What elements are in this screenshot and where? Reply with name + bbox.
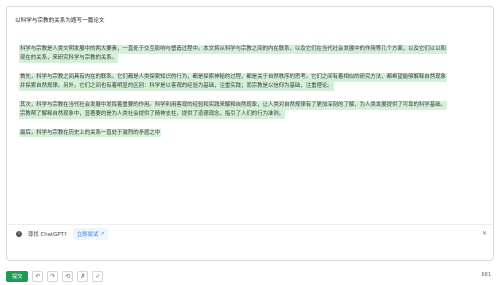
essay-paragraph: 科学与宗教是人类文明发展中的两大要素，一直处于交互影响与塑造过程中。本文将从科学…	[19, 35, 489, 63]
thumbs-down-icon[interactable]: ✗	[77, 270, 89, 282]
undo-icon[interactable]: ↶	[32, 270, 44, 282]
highlighted-line: 现在的关系，来研究科学与宗教的关系。	[19, 54, 119, 63]
close-icon[interactable]: ✕	[482, 230, 487, 237]
character-count: 681	[481, 272, 491, 278]
essay-paragraph: 最后，科学与宗教在历史上的关系一直处于激烈的矛盾之中	[19, 119, 489, 138]
essay-paragraph: 其次，科学与宗教在当代社会发展中发挥着重要的作用。科学利用客观的经验和实践来解释…	[19, 91, 489, 119]
submit-button[interactable]: 提交	[6, 270, 29, 282]
highlighted-line: 宗教帮了解释自然现象中，显著要的是为人类社会提供了精神支柱，提供了道德观念，指引…	[19, 109, 286, 119]
highlighted-line: 最后，科学与宗教在历史上的关系一直处于激烈的矛盾之中	[19, 128, 162, 138]
essay-paragraph: 首先，科学与宗教之间具有内在的联系。它们都是人类探索知识的行为，都是探索神秘的过…	[19, 63, 489, 91]
chatgpt-banner: i 尊找 ChatGPT? 立即尝试 ↗ ✕	[7, 224, 493, 242]
essay-editor[interactable]: 以科学与宗教的关系为题写一篇论文 科学与宗教是人类文明发展中的两大要素，一直处于…	[6, 6, 494, 261]
banner-label: 尊找 ChatGPT?	[28, 231, 67, 238]
try-now-button[interactable]: 立即尝试 ↗	[72, 227, 109, 240]
tool-button-group: ↶ ↷ ⟲ ✗ ✓	[32, 270, 104, 282]
thumbs-up-icon[interactable]: ✓	[92, 270, 104, 282]
try-now-label: 立即尝试	[76, 231, 99, 238]
redo-icon[interactable]: ↷	[47, 270, 59, 282]
prompt-text: 以科学与宗教的关系为题写一篇论文	[15, 18, 105, 24]
history-icon[interactable]: ⟲	[62, 270, 74, 282]
external-link-icon: ↗	[100, 230, 105, 237]
action-toolbar: 提交 ↶ ↷ ⟲ ✗ ✓ 681	[6, 270, 494, 282]
info-icon: i	[16, 230, 22, 237]
generated-essay: 科学与宗教是人类文明发展中的两大要素，一直处于交互影响与塑造过程中。本文将从科学…	[19, 35, 489, 138]
highlighted-line: 并探索自然规律。另外，它们之间也有着明显的区别：科学是以客观的经验为基础，注重实…	[19, 82, 334, 91]
